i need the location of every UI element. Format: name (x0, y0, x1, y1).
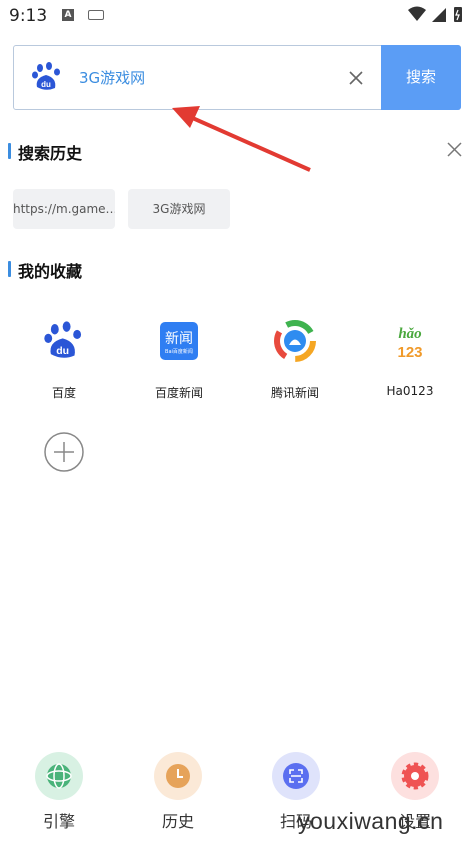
favorite-label: 百度 (51, 386, 76, 400)
baidu-news-icon: 新闻 Bai百度新闻 (160, 322, 198, 360)
favorite-label: 百度新闻 (154, 386, 203, 400)
clear-history-icon[interactable] (446, 141, 463, 158)
favorites-title: 我的收藏 (8, 258, 82, 282)
favorite-baidu-news[interactable]: 新闻 Bai百度新闻 百度新闻 (134, 320, 224, 401)
wifi-icon (408, 6, 426, 21)
svg-text:新闻: 新闻 (165, 331, 193, 347)
svg-text:du: du (56, 345, 69, 357)
status-bar: 9:13 A (0, 0, 474, 32)
search-button[interactable]: 搜索 (381, 45, 461, 110)
svg-text:hǎo: hǎo (398, 326, 421, 342)
favorite-label: Ha0123 (386, 384, 434, 398)
favorite-hao123[interactable]: hǎo 123 Ha0123 (365, 320, 455, 398)
signal-icon (432, 8, 446, 22)
notification-a-icon: A (62, 9, 74, 21)
nav-label: 历史 (161, 812, 194, 831)
search-input[interactable]: 3G游戏网 (79, 67, 145, 88)
history-chip[interactable]: https://m.game… (13, 189, 115, 229)
favorite-label: 腾讯新闻 (270, 386, 319, 400)
favorite-tencent-news[interactable]: 腾讯新闻 (250, 320, 340, 401)
hao123-icon: hǎo 123 (397, 326, 422, 361)
engine-globe-icon (46, 763, 72, 789)
add-favorite-icon[interactable] (43, 431, 85, 473)
history-title: 搜索历史 (8, 140, 82, 164)
svg-text:Bai百度新闻: Bai百度新闻 (165, 348, 193, 355)
baidu-icon: du (44, 321, 82, 358)
watermark: youxiwang.cn (298, 808, 444, 834)
nav-engine[interactable]: 引擎 (24, 752, 94, 832)
gear-icon (401, 762, 429, 790)
history-chip[interactable]: 3G游戏网 (128, 189, 230, 229)
status-time: 9:13 (9, 6, 48, 26)
baidu-icon[interactable]: du (31, 61, 63, 93)
annotation-arrow (172, 106, 311, 172)
favorite-baidu[interactable]: du 百度 (19, 320, 109, 401)
clear-search-icon[interactable] (347, 69, 365, 87)
keyboard-icon (88, 10, 104, 20)
status-icons (408, 5, 464, 29)
clock-icon (166, 764, 190, 788)
tencent-news-icon (274, 320, 316, 362)
svg-text:du: du (41, 80, 51, 89)
scan-icon (283, 763, 309, 789)
svg-text:123: 123 (397, 344, 422, 361)
nav-history[interactable]: 历史 (143, 752, 213, 832)
nav-label: 引擎 (42, 812, 75, 831)
